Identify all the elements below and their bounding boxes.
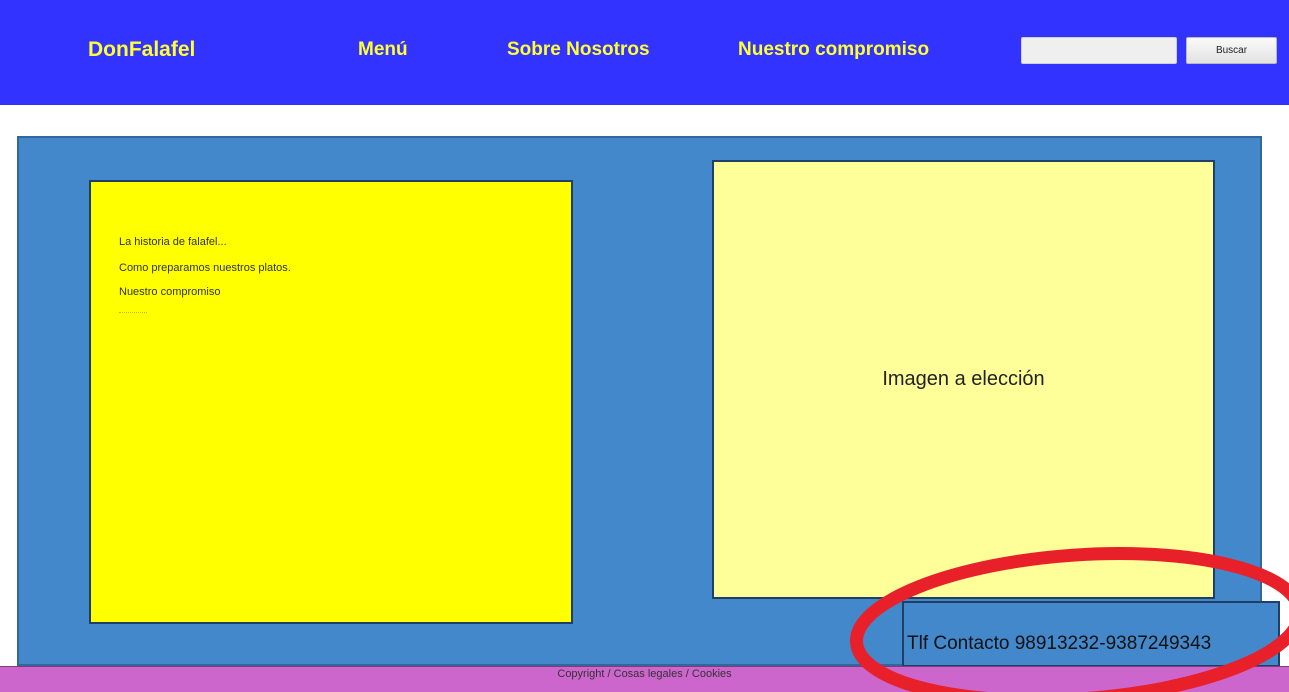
text-line-historia: La historia de falafel...	[119, 236, 227, 248]
footer-legal-text[interactable]: Copyright / Cosas legales / Cookies	[0, 668, 1289, 680]
nav-link-menu[interactable]: Menú	[358, 39, 408, 61]
site-footer: Copyright / Cosas legales / Cookies	[0, 666, 1289, 692]
nav-link-sobre-nosotros[interactable]: Sobre Nosotros	[507, 39, 650, 61]
contact-box: Tlf Contacto 98913232-9387249343	[902, 601, 1280, 667]
contact-phone: Tlf Contacto 98913232-9387249343	[907, 633, 1212, 654]
search-input[interactable]	[1021, 37, 1177, 64]
nav-link-nuestro-compromiso[interactable]: Nuestro compromiso	[738, 39, 929, 61]
site-header: DonFalafel Menú Sobre Nosotros Nuestro c…	[0, 0, 1289, 105]
image-placeholder: Imagen a elección	[712, 160, 1215, 599]
text-line-compromiso: Nuestro compromiso	[119, 286, 221, 298]
site-logo[interactable]: DonFalafel	[88, 38, 195, 62]
image-placeholder-label: Imagen a elección	[882, 368, 1045, 390]
search-button[interactable]: Buscar	[1186, 37, 1277, 64]
text-ellipsis-divider	[119, 312, 147, 313]
text-line-preparacion: Como preparamos nuestros platos.	[119, 262, 291, 274]
text-content-box: La historia de falafel... Como preparamo…	[89, 180, 573, 624]
